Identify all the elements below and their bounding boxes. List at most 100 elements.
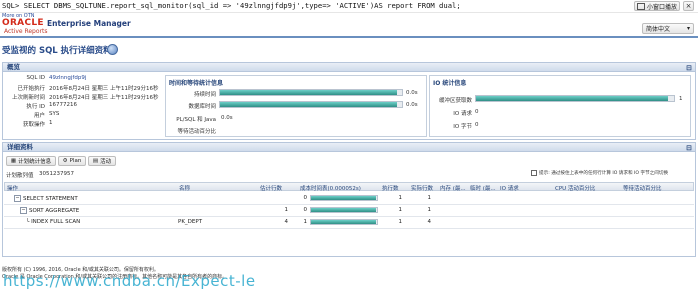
tab-plan-statistics[interactable]: ▦ 计划统计信息	[6, 156, 56, 166]
table-row[interactable]: └ INDEX FULL SCAN PK_DEPT 4 1 1 4	[4, 217, 694, 229]
hint: 提示: 通过按住上表中的任何行计算 IO 请求和 IO 字节之间切换	[531, 170, 668, 176]
cost-cell: 0	[303, 207, 308, 213]
page-title: 受监视的 SQL 执行详细资料	[2, 46, 112, 56]
sql-console-bar: SQL> SELECT DBMS_SQLTUNE.report_sql_moni…	[0, 0, 698, 13]
table-row[interactable]: − SORT AGGREGATE 1 0 1 1	[4, 205, 694, 217]
plan-hash-value: 3051237957	[39, 171, 74, 177]
operation-text: SORT AGGREGATE	[29, 208, 80, 214]
timeline-bar	[310, 207, 378, 213]
col-executions[interactable]: 执行数	[382, 184, 399, 192]
chevron-down-icon: ▾	[686, 25, 690, 32]
refresh-icon[interactable]	[107, 44, 118, 55]
io-stats-title: IO 统计信息	[433, 80, 467, 87]
oracle-logo: ORACLE	[2, 18, 44, 28]
actual-rows-cell: 1	[427, 207, 432, 213]
time-wait-title: 时间和等待统计信息	[169, 80, 224, 87]
overview-field-label: 用户	[33, 113, 45, 119]
operation-cell: └ INDEX FULL SCAN	[26, 219, 80, 225]
overview-field-label: 执行 ID	[26, 104, 45, 110]
buffer-gets-bar-fill	[476, 96, 669, 101]
timeline-bar	[310, 219, 378, 225]
language-value: 简体中文	[646, 26, 671, 33]
sql-command-text: SQL> SELECT DBMS_SQLTUNE.report_sql_moni…	[2, 1, 461, 10]
col-wait-activity[interactable]: 等待活动百分比	[623, 184, 662, 192]
tree-collapse-icon[interactable]: −	[20, 207, 27, 214]
language-select[interactable]: 简体中文 ▾	[642, 23, 694, 34]
col-cost[interactable]: 成本	[300, 184, 311, 192]
executions-cell: 1	[398, 219, 403, 225]
actual-rows-cell: 1	[427, 195, 432, 201]
plsql-java-label: PL/SQL 和 Java	[176, 117, 216, 123]
overview-field-label: 已开始执行	[17, 86, 45, 92]
small-window-button[interactable]: 小窗口播放	[634, 1, 680, 11]
product-name: Enterprise Manager	[47, 19, 131, 28]
db-time-label: 数据库时间	[188, 104, 216, 110]
table-row[interactable]: − SELECT STATEMENT 0 1 1	[4, 193, 694, 205]
tree-collapse-icon[interactable]: −	[14, 195, 21, 202]
duration-value: 0.0s	[406, 90, 418, 96]
col-operation[interactable]: 操作	[7, 184, 18, 192]
col-memory[interactable]: 内存 (最...	[440, 184, 466, 192]
overview-field-label: SQL ID	[26, 75, 46, 81]
operation-text: INDEX FULL SCAN	[31, 219, 81, 225]
close-icon: ×	[685, 2, 692, 10]
close-button[interactable]: ×	[683, 1, 694, 11]
col-actual-rows[interactable]: 实际行数	[411, 184, 433, 192]
overview-section: 概览 ⊟ SQL ID 49zlnngjfdp9j 已开始执行 2016年8月24日 …	[2, 62, 696, 140]
tab-plan-label: Plan	[69, 158, 82, 164]
collapse-icon[interactable]: ⊟	[686, 144, 692, 152]
plan-table-header: 操作 名称 估计行数 成本 时间表(0.000052s) 执行数 实际行数 内存…	[4, 182, 694, 192]
db-time-bar-fill	[220, 102, 397, 107]
col-temp[interactable]: 临时 (最...	[470, 184, 496, 192]
timeline-bar	[310, 195, 378, 201]
operation-cell: − SELECT STATEMENT	[14, 195, 78, 202]
col-io-requests[interactable]: IO 请求	[500, 184, 519, 192]
detail-header[interactable]: 详细资料 ⊟	[3, 143, 695, 152]
executions-cell: 1	[398, 207, 403, 213]
col-name[interactable]: 名称	[179, 184, 190, 192]
tab-activity[interactable]: ▤ 活动	[88, 156, 116, 166]
operation-cell: − SORT AGGREGATE	[20, 207, 79, 214]
overview-field-value: 2016年8月24日 星期三 上午11时29分16秒	[49, 86, 159, 92]
duration-bar-fill	[220, 90, 397, 95]
col-cpu-activity[interactable]: CPU 活动百分比	[555, 184, 595, 192]
name-cell: PK_DEPT	[178, 219, 203, 225]
small-window-icon	[636, 2, 645, 10]
buffer-gets-label: 缓冲区获取数	[438, 98, 472, 104]
io-bytes-label: IO 字节	[453, 124, 472, 130]
col-timeline[interactable]: 时间表(0.000052s)	[311, 184, 361, 192]
table-icon: ▦	[10, 158, 17, 164]
time-wait-panel: 时间和等待统计信息 持续时间 0.0s 数据库时间 0.0s PL/SQL 和 …	[165, 75, 427, 137]
overview-header[interactable]: 概览 ⊟	[3, 63, 695, 72]
overview-field-value: SYS	[49, 111, 60, 117]
io-requests-value: 0	[475, 109, 479, 115]
buffer-gets-bar	[475, 95, 675, 102]
duration-bar	[219, 89, 403, 96]
col-est-rows[interactable]: 估计行数	[260, 184, 282, 192]
checkbox-icon[interactable]	[531, 170, 537, 176]
collapse-icon[interactable]: ⊟	[686, 64, 692, 72]
hint-text: 提示: 通过按住上表中的任何行计算 IO 请求和 IO 字节之间切换	[539, 171, 669, 176]
timeline-bar-fill	[311, 208, 377, 212]
plan-hash-label: 计划散列值	[6, 173, 34, 179]
actual-rows-cell: 4	[427, 219, 432, 225]
db-time-bar	[219, 101, 403, 108]
overview-title: 概览	[7, 63, 20, 71]
plan-icon: ⚙	[62, 158, 68, 164]
est-rows-cell: 1	[284, 207, 289, 213]
overview-field-value[interactable]: 49zlnngjfdp9j	[49, 75, 86, 81]
tab-plan-statistics-label: 计划统计信息	[18, 159, 52, 165]
general-info: SQL ID 49zlnngjfdp9j 已开始执行 2016年8月24日 星期三 上…	[5, 75, 163, 137]
wait-activity-label: 等待活动百分比	[177, 129, 216, 135]
cost-cell: 0	[303, 195, 308, 201]
io-bytes-value: 0	[475, 122, 479, 128]
tab-plan[interactable]: ⚙ Plan	[58, 156, 86, 166]
overview-field-label: 获取操作	[22, 122, 45, 128]
est-rows-cell: 4	[284, 219, 289, 225]
site-watermark: https://www.cndba.cn/Expect-le	[3, 272, 256, 290]
overview-field-label: 上次刷新时间	[11, 95, 45, 101]
overview-field-value: 16777216	[49, 102, 77, 108]
operation-text: SELECT STATEMENT	[23, 196, 78, 202]
io-stats-panel: IO 统计信息 缓冲区获取数 1 IO 请求 0 IO 字节 0	[429, 75, 691, 137]
duration-label: 持续时间	[193, 92, 216, 98]
